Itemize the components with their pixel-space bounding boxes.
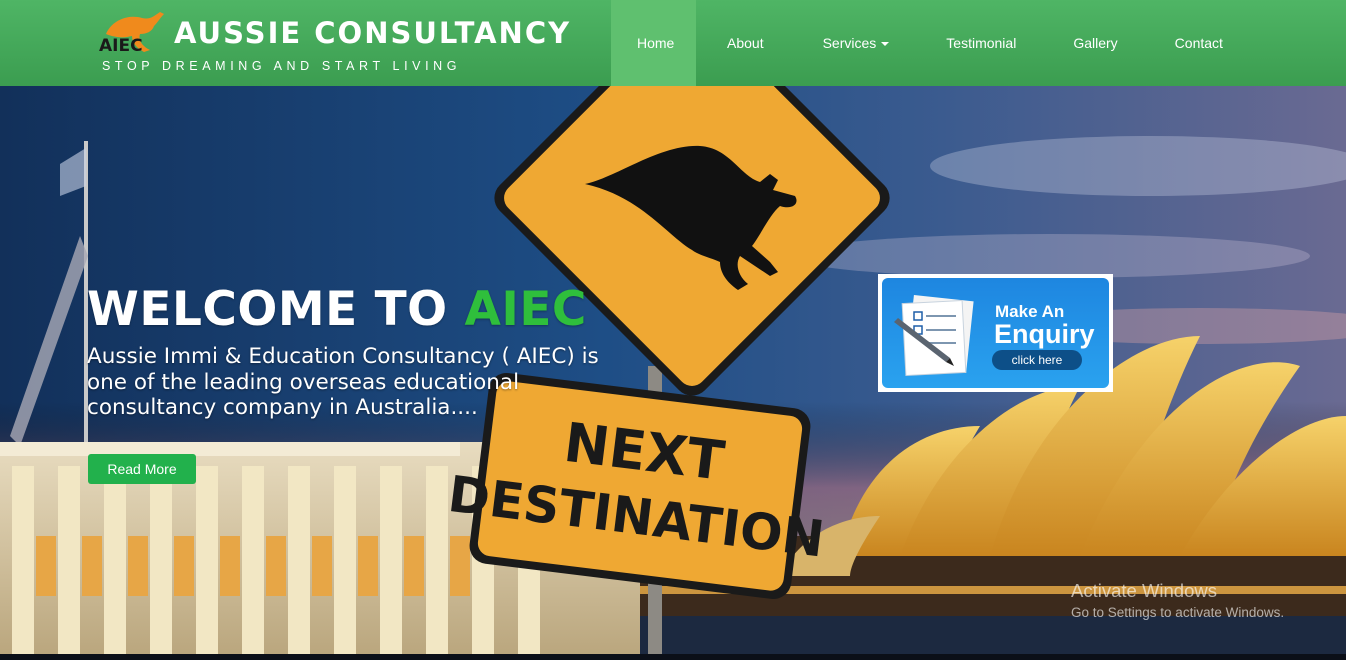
chevron-down-icon (881, 42, 890, 47)
kangaroo-logo-icon: AIEC (99, 12, 164, 56)
nav-item-services[interactable]: Services (792, 0, 918, 86)
brand[interactable]: AIEC AUSSIE CONSULTANCY STOP DREAMING AN… (98, 6, 569, 82)
nav-item-label: Home (637, 35, 675, 51)
hero-banner: NEXT DESTINATION WELCOME TO AIEC Aussie … (0, 86, 1346, 660)
nav-item-label: Contact (1174, 35, 1223, 51)
top-navbar: AIEC AUSSIE CONSULTANCY STOP DREAMING AN… (0, 0, 1346, 86)
hero-heading-prefix: WELCOME TO (87, 282, 465, 337)
nav-item-gallery[interactable]: Gallery (1044, 0, 1145, 86)
svg-text:AIEC: AIEC (99, 36, 143, 56)
nav-item-home[interactable]: Home (611, 0, 696, 86)
brand-tagline: STOP DREAMING AND START LIVING (102, 59, 462, 73)
activate-title: Activate Windows (1071, 580, 1217, 601)
enquiry-line2: Enquiry (994, 319, 1095, 349)
document-pen-icon (894, 295, 974, 377)
main-nav: Home About Services Testimonial Gallery … (611, 0, 1251, 86)
activate-windows-watermark: Activate Windows Go to Settings to activ… (1071, 580, 1284, 620)
enquiry-banner[interactable]: Make An Enquiry click here (878, 274, 1113, 392)
nav-item-contact[interactable]: Contact (1146, 0, 1251, 86)
enquiry-panel: Make An Enquiry click here (882, 278, 1109, 388)
hero-description: Aussie Immi & Education Consultancy ( AI… (87, 344, 599, 420)
activate-subtitle: Go to Settings to activate Windows. (1071, 605, 1285, 620)
nav-item-about[interactable]: About (696, 0, 792, 86)
brand-title: AUSSIE CONSULTANCY (174, 16, 572, 50)
nav-item-label: Gallery (1073, 35, 1118, 51)
read-more-button[interactable]: Read More (88, 454, 196, 484)
nav-item-label: About (727, 35, 764, 51)
nav-item-testimonial[interactable]: Testimonial (917, 0, 1044, 86)
nav-item-label: Testimonial (946, 35, 1017, 51)
hero-heading-accent: AIEC (464, 282, 587, 337)
hero-heading: WELCOME TO AIEC (87, 282, 587, 337)
nav-item-label: Services (822, 35, 877, 51)
click-here-button[interactable]: click here (992, 350, 1082, 370)
